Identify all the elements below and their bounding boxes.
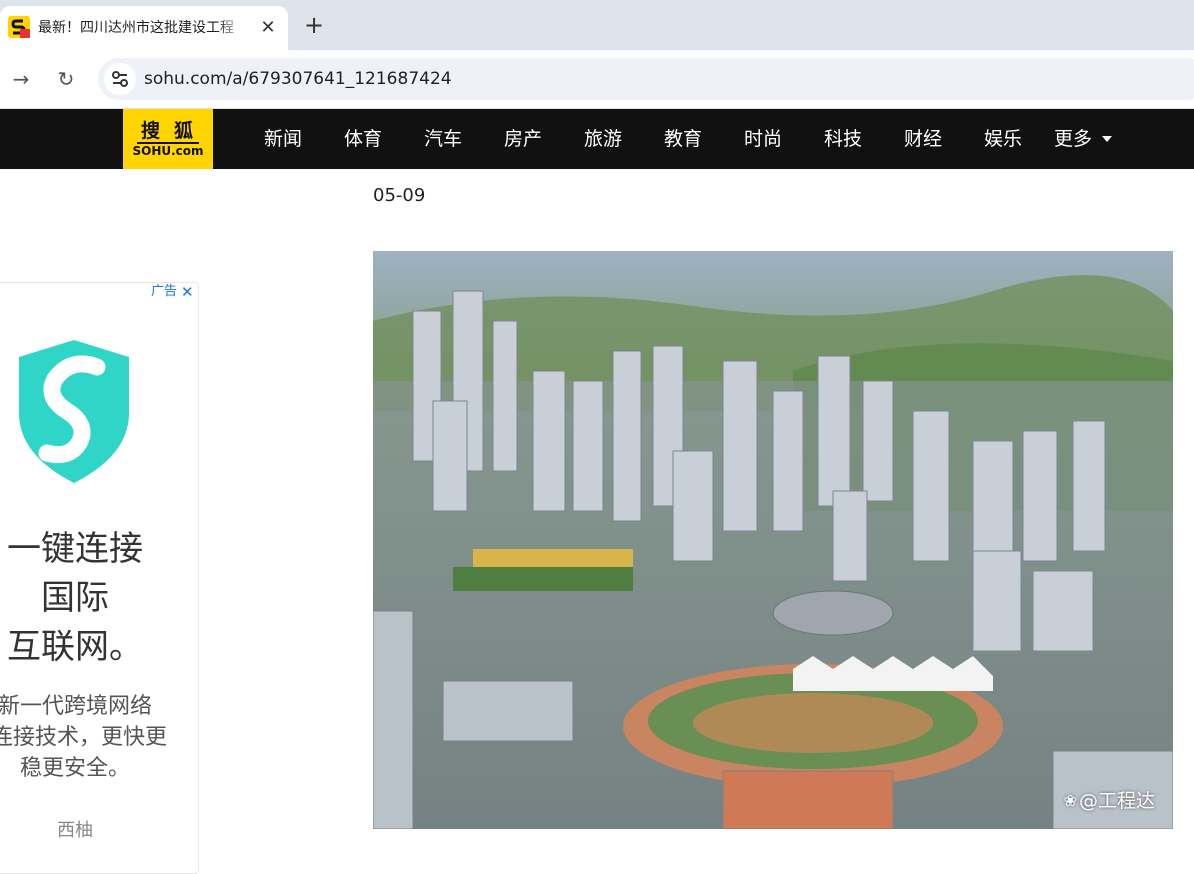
ad-label-text: 广告 [151,284,178,299]
ad-headline-line: 互联网。 [7,627,143,667]
ad-card[interactable]: 广告 ✕ 一键连接 国际 互联网。 新一代跨境网络 连接技术，更快更 稳更安全。… [0,282,199,874]
tab-title: 最新！四川达州市这批建设工程 [38,20,234,36]
sohu-logo[interactable]: 搜狐 SOHU.com [123,109,213,169]
tune-icon [112,71,128,87]
nav-item-more[interactable]: 更多 [1043,109,1123,169]
site-nav-bar: 搜狐 SOHU.com 新闻 体育 汽车 房产 旅游 教育 时尚 科技 财经 娱… [0,109,1194,169]
tab-close-icon[interactable]: ✕ [256,16,280,40]
shield-s-logo-icon [19,340,129,483]
nav-item-sports[interactable]: 体育 [323,109,403,169]
sohu-favicon-icon [8,16,30,38]
city-aerial-photo [373,251,1173,829]
url-text[interactable]: sohu.com/a/679307641_121687424 [144,68,452,90]
browser-toolbar: → ↻ sohu.com/a/679307641_121687424 [0,50,1194,109]
new-tab-button[interactable]: + [300,12,328,40]
browser-tab-strip: 最新！四川达州市这批建设工程 ✕ + [0,0,1194,50]
address-bar[interactable]: sohu.com/a/679307641_121687424 [98,58,1194,100]
nav-item-education[interactable]: 教育 [643,109,723,169]
nav-item-fashion[interactable]: 时尚 [723,109,803,169]
ad-headline-line: 国际 [41,578,109,618]
browser-tab[interactable]: 最新！四川达州市这批建设工程 ✕ [0,6,288,50]
forward-icon[interactable]: → [6,64,36,94]
ad-desc-line: 连接技术，更快更 [0,725,168,750]
article-date: 05-09 [373,185,426,206]
reload-icon[interactable]: ↻ [51,64,81,94]
nav-more-label: 更多 [1053,128,1092,150]
logo-chinese-text: 搜狐 [140,120,207,142]
nav-menu: 新闻 体育 汽车 房产 旅游 教育 时尚 科技 财经 娱乐 更多 [243,109,1123,169]
ad-desc-line: 稳更安全。 [19,756,130,781]
article-photo[interactable]: ❀ @工程达 [373,251,1173,829]
caret-down-icon [1102,136,1112,142]
nav-item-news[interactable]: 新闻 [243,109,323,169]
ad-close-icon[interactable]: ✕ [181,283,194,301]
logo-english-text: SOHU.com [132,144,204,158]
site-info-icon[interactable] [104,63,136,95]
ad-label: 广告 ✕ [151,283,194,301]
nav-item-tech[interactable]: 科技 [803,109,883,169]
nav-item-finance[interactable]: 财经 [883,109,963,169]
nav-item-auto[interactable]: 汽车 [403,109,483,169]
ad-headline-line: 一键连接 [7,529,143,569]
nav-item-house[interactable]: 房产 [483,109,563,169]
weibo-paw-icon: ❀ [1063,791,1077,810]
ad-headline: 一键连接 国际 互联网。 [0,525,159,672]
image-watermark: ❀ @工程达 [1064,787,1155,815]
ad-brand: 西柚 [57,820,93,841]
nav-item-travel[interactable]: 旅游 [563,109,643,169]
watermark-text: @工程达 [1078,790,1155,812]
ad-description: 新一代跨境网络 连接技术，更快更 稳更安全。 [0,691,168,784]
ad-desc-line: 新一代跨境网络 [0,694,152,719]
nav-item-entertainment[interactable]: 娱乐 [963,109,1043,169]
